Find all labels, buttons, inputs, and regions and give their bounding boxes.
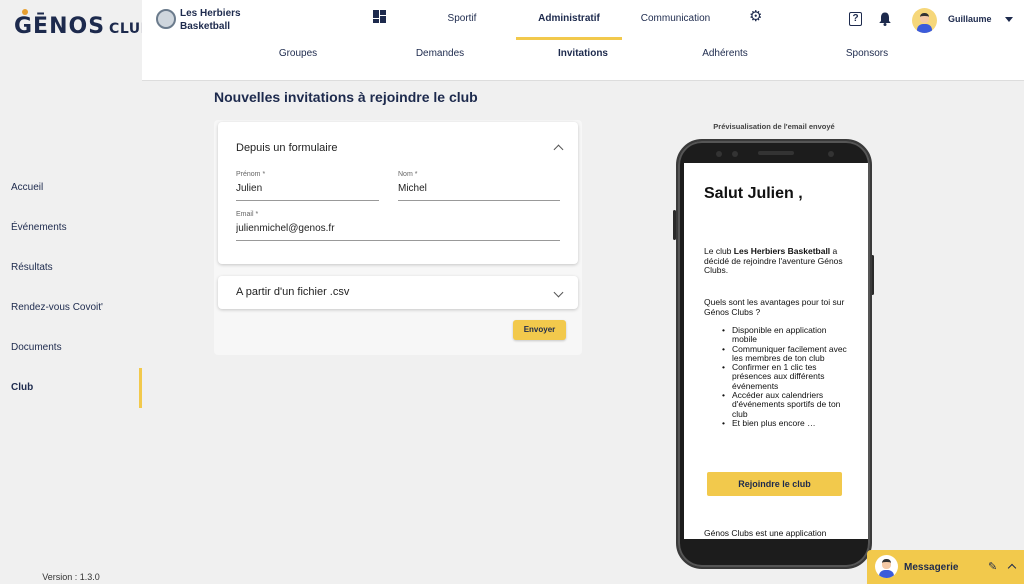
club-logo [156,9,176,29]
email-question: Quels sont les avantages pour toi sur Gé… [704,297,845,317]
subtab-invitations[interactable]: Invitations [513,48,653,70]
club-switcher[interactable]: Les Herbiers Basketball [156,7,250,33]
pencil-icon[interactable]: ✎ [988,560,997,573]
form-section-title[interactable]: Depuis un formulaire [236,142,338,154]
top-bar: Les Herbiers Basketball Sportif Administ… [142,0,1024,81]
dashboard-icon[interactable] [373,10,386,23]
email-field[interactable]: Email * [236,211,560,241]
csv-section-card[interactable]: A partir d'un fichier .csv [218,276,578,309]
sidebar-item-covoit[interactable]: Rendez-vous Covoit' [0,288,142,328]
sidebar-item-club[interactable]: Club [0,368,142,408]
tab-administratif[interactable]: Administratif [516,0,622,40]
sidebar-item-resultats[interactable]: Résultats [0,248,142,288]
camera-icon [828,151,834,157]
tab-communication[interactable]: Communication [622,0,729,40]
csv-section-title[interactable]: A partir d'un fichier .csv [236,286,349,298]
tab-sportif[interactable]: Sportif [407,0,517,40]
logo-dot [22,9,28,15]
preview-label: Prévisualisation de l'email envoyé [713,122,835,131]
camera-icon [716,151,722,157]
app-logo[interactable]: GĒNOS CLUBS [14,9,162,39]
chevron-down-icon[interactable] [553,287,564,298]
list-item: Accéder aux calendriers d'événements spo… [722,390,848,419]
list-item: Confirmer en 1 clic tes présences aux di… [722,363,848,391]
last-name-label: Nom * [398,171,418,178]
user-name[interactable]: Guillaume [948,14,992,24]
club-name: Les Herbiers Basketball [180,8,241,32]
form-section-card: Depuis un formulaire Prénom * Nom * Emai… [218,122,578,264]
first-name-label: Prénom * [236,171,266,178]
bell-icon[interactable] [879,12,891,26]
last-name-field[interactable]: Nom * [398,171,560,201]
side-nav: Accueil Événements Résultats Rendez-vous… [0,168,142,408]
email-input[interactable] [236,223,560,234]
subtab-adherents[interactable]: Adhérents [655,48,795,70]
gear-icon[interactable]: ⚙ [749,9,762,24]
sidebar: GĒNOS CLUBS Accueil Événements Résultats … [0,0,162,584]
page-title: Nouvelles invitations à rejoindre le clu… [214,89,478,105]
send-button[interactable]: Envoyer [513,320,566,340]
email-preview-screen[interactable]: Salut Julien , Le club Les Herbiers Bask… [684,163,868,539]
version-label: Version : 1.3.0 [42,572,100,582]
sidebar-item-accueil[interactable]: Accueil [0,168,142,208]
avatar [875,555,898,578]
join-club-button[interactable]: Rejoindre le club [707,472,842,496]
help-icon[interactable]: ? [849,12,862,26]
list-item: Et bien plus encore … [722,418,848,428]
sidebar-item-evenements[interactable]: Événements [0,208,142,248]
chevron-up-icon[interactable] [553,144,564,155]
avatar[interactable] [912,8,937,33]
caret-down-icon[interactable] [1005,17,1013,22]
subtab-demandes[interactable]: Demandes [370,48,510,70]
list-item: Disponible en application mobile [722,325,848,345]
email-greeting: Salut Julien , [704,185,803,202]
logo-main: GĒNOS [14,14,106,39]
messenger-bar[interactable]: Messagerie ✎ [867,550,1024,584]
subtab-sponsors[interactable]: Sponsors [797,48,937,70]
email-benefits-list: Disponible en application mobile Communi… [722,325,848,428]
first-name-field[interactable]: Prénom * [236,171,379,201]
email-footer: Génos Clubs est une application [704,528,827,538]
sidebar-item-documents[interactable]: Documents [0,328,142,368]
first-name-input[interactable] [236,183,379,194]
subtab-groupes[interactable]: Groupes [228,48,368,70]
speaker-grille [758,151,794,155]
email-intro: Le club Les Herbiers Basketball a décidé… [704,246,843,275]
list-item: Communiquer facilement avec les membres … [722,344,848,364]
sensor-icon [732,151,738,157]
chevron-up-icon[interactable] [1007,563,1017,573]
last-name-input[interactable] [398,183,560,194]
messenger-label: Messagerie [904,562,959,573]
email-label: Email * [236,211,259,218]
